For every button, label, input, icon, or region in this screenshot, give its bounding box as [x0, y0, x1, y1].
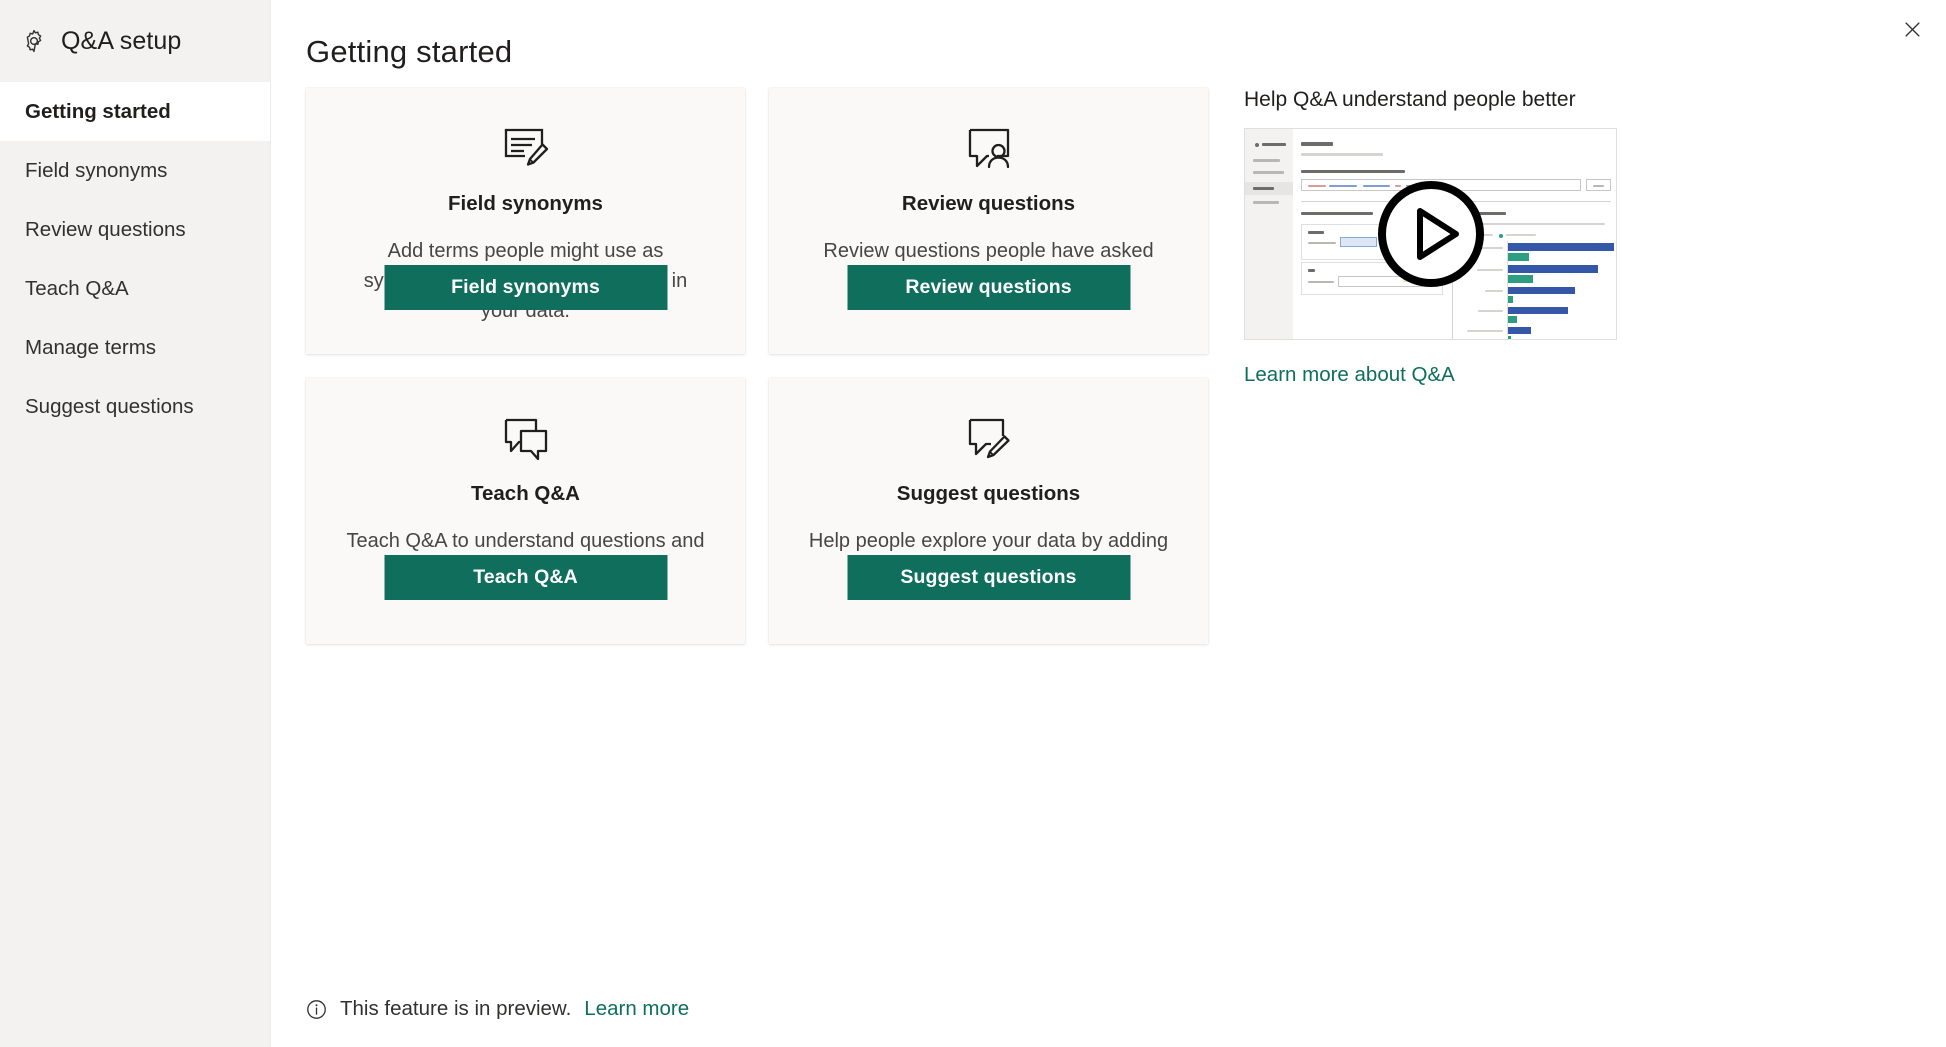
- card-suggest-questions: Suggest questions Help people explore yo…: [769, 378, 1208, 644]
- feature-cards-grid: Field synonyms Add terms people might us…: [306, 88, 1208, 644]
- card-title: Review questions: [901, 192, 1076, 215]
- main-content: Getting started Field synonyms Add terms…: [271, 0, 1946, 1047]
- close-icon: [1904, 21, 1921, 38]
- sidebar-item-suggest-questions[interactable]: Suggest questions: [0, 377, 270, 436]
- teach-qa-button[interactable]: Teach Q&A: [384, 555, 667, 600]
- suggest-questions-icon: [965, 413, 1013, 465]
- sidebar-item-label: Field synonyms: [25, 158, 168, 182]
- preview-footer-text: This feature is in preview.: [340, 997, 572, 1020]
- sidebar-item-label: Teach Q&A: [25, 276, 129, 300]
- learn-more-link[interactable]: Learn more: [584, 997, 689, 1021]
- content-area: Field synonyms Add terms people might us…: [306, 88, 1920, 1047]
- page-title: Getting started: [306, 34, 513, 69]
- info-icon: [306, 999, 327, 1020]
- sidebar-item-label: Review questions: [25, 217, 186, 241]
- qa-setup-dialog: Q&A setup Getting started Field synonyms…: [0, 0, 1946, 1047]
- sidebar-item-label: Manage terms: [25, 335, 157, 359]
- field-synonyms-button[interactable]: Field synonyms: [384, 265, 667, 310]
- sidebar-header: Q&A setup: [0, 0, 270, 82]
- help-panel-title: Help Q&A understand people better: [1244, 88, 1576, 111]
- review-questions-icon: [965, 123, 1013, 175]
- sidebar-item-getting-started[interactable]: Getting started: [0, 82, 270, 141]
- video-thumbnail[interactable]: [1244, 128, 1617, 340]
- sidebar-item-field-synonyms[interactable]: Field synonyms: [0, 141, 270, 200]
- close-button[interactable]: [1888, 8, 1936, 50]
- sidebar-item-label: Getting started: [25, 99, 171, 123]
- sidebar-title: Q&A setup: [61, 26, 182, 55]
- review-questions-button[interactable]: Review questions: [847, 265, 1130, 310]
- suggest-questions-button[interactable]: Suggest questions: [847, 555, 1130, 600]
- sidebar: Q&A setup Getting started Field synonyms…: [0, 0, 271, 1047]
- help-panel: Help Q&A understand people better Learn …: [1232, 88, 1632, 387]
- gear-icon: [21, 28, 47, 54]
- preview-footer: This feature is in preview. Learn more: [306, 997, 689, 1021]
- field-synonyms-icon: [502, 123, 550, 175]
- card-field-synonyms: Field synonyms Add terms people might us…: [306, 88, 745, 354]
- card-title: Suggest questions: [896, 482, 1081, 505]
- sidebar-item-review-questions[interactable]: Review questions: [0, 200, 270, 259]
- play-icon[interactable]: [1377, 180, 1485, 288]
- teach-qa-icon: [502, 413, 550, 465]
- sidebar-item-manage-terms[interactable]: Manage terms: [0, 318, 270, 377]
- card-teach-qa: Teach Q&A Teach Q&A to understand questi…: [306, 378, 745, 644]
- sidebar-nav: Getting started Field synonyms Review qu…: [0, 82, 270, 436]
- learn-more-about-qa-link[interactable]: Learn more about Q&A: [1244, 363, 1455, 387]
- card-title: Field synonyms: [448, 192, 603, 215]
- card-review-questions: Review questions Review questions people…: [769, 88, 1208, 354]
- sidebar-item-label: Suggest questions: [25, 394, 194, 418]
- card-title: Teach Q&A: [471, 482, 580, 505]
- sidebar-item-teach-qa[interactable]: Teach Q&A: [0, 259, 270, 318]
